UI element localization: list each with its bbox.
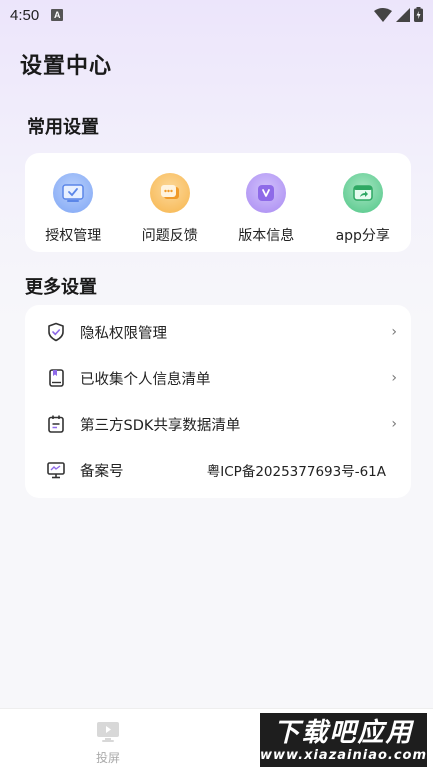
- personal-info-list-label: 已收集个人信息清单: [80, 371, 211, 388]
- privacy-permission-row[interactable]: 隐私权限管理 ›: [25, 309, 411, 355]
- version-info-button[interactable]: 版本信息: [218, 153, 315, 252]
- tab-cast[interactable]: 投屏: [83, 721, 133, 766]
- share-icon: [342, 173, 383, 213]
- app-share-label: app分享: [335, 228, 390, 244]
- signal-icon: [396, 7, 410, 22]
- status-bar: 4:50 A: [0, 0, 433, 30]
- third-party-sdk-list-label: 第三方SDK共享数据清单: [80, 417, 241, 434]
- version-info-label: 版本信息: [238, 228, 295, 244]
- chevron-right-icon: ›: [391, 370, 397, 386]
- status-icons: [374, 7, 423, 22]
- icp-filing-number: 粤ICP备2025377693号-61A: [206, 464, 386, 480]
- more-settings-title: 更多设置: [25, 277, 97, 298]
- authorization-label: 授权管理: [45, 228, 102, 244]
- feedback-icon: [149, 173, 190, 213]
- chevron-right-icon: ›: [391, 324, 397, 340]
- common-settings-card: 授权管理 问题反馈 版本信息 app分享: [25, 153, 411, 252]
- monitor-icon: [45, 459, 67, 481]
- status-time: 4:50: [10, 6, 40, 24]
- app-share-button[interactable]: app分享: [315, 153, 412, 252]
- book-icon: [45, 367, 67, 389]
- chevron-right-icon: ›: [391, 416, 397, 432]
- third-party-sdk-list-row[interactable]: 第三方SDK共享数据清单 ›: [25, 401, 411, 447]
- page-title: 设置中心: [20, 54, 113, 79]
- watermark-title: 下载吧应用: [273, 717, 414, 748]
- wifi-icon: [374, 7, 392, 22]
- shield-icon: [45, 321, 67, 343]
- icp-filing-row: 备案号 粤ICP备2025377693号-61A: [25, 447, 411, 493]
- cast-icon: [97, 722, 119, 742]
- tab-cast-label: 投屏: [95, 751, 120, 765]
- more-settings-card: 隐私权限管理 › 已收集个人信息清单 › 第三方SDK共享数据清单 › 备案号 …: [25, 305, 411, 498]
- privacy-permission-label: 隐私权限管理: [80, 325, 167, 342]
- site-watermark: 下载吧应用 www.xiazainiao.com: [258, 711, 429, 769]
- authorization-icon: [53, 173, 94, 213]
- icp-filing-label: 备案号: [80, 463, 124, 480]
- feedback-label: 问题反馈: [141, 228, 198, 244]
- personal-info-list-row[interactable]: 已收集个人信息清单 ›: [25, 355, 411, 401]
- battery-icon: [414, 7, 423, 22]
- calendar-list-icon: [45, 413, 67, 435]
- authorization-button[interactable]: 授权管理: [25, 153, 122, 252]
- watermark-url: www.xiazainiao.com: [259, 747, 428, 763]
- feedback-button[interactable]: 问题反馈: [122, 153, 219, 252]
- notification-a-icon: A: [51, 9, 64, 21]
- common-settings-title: 常用设置: [27, 117, 99, 138]
- version-icon: [246, 173, 287, 213]
